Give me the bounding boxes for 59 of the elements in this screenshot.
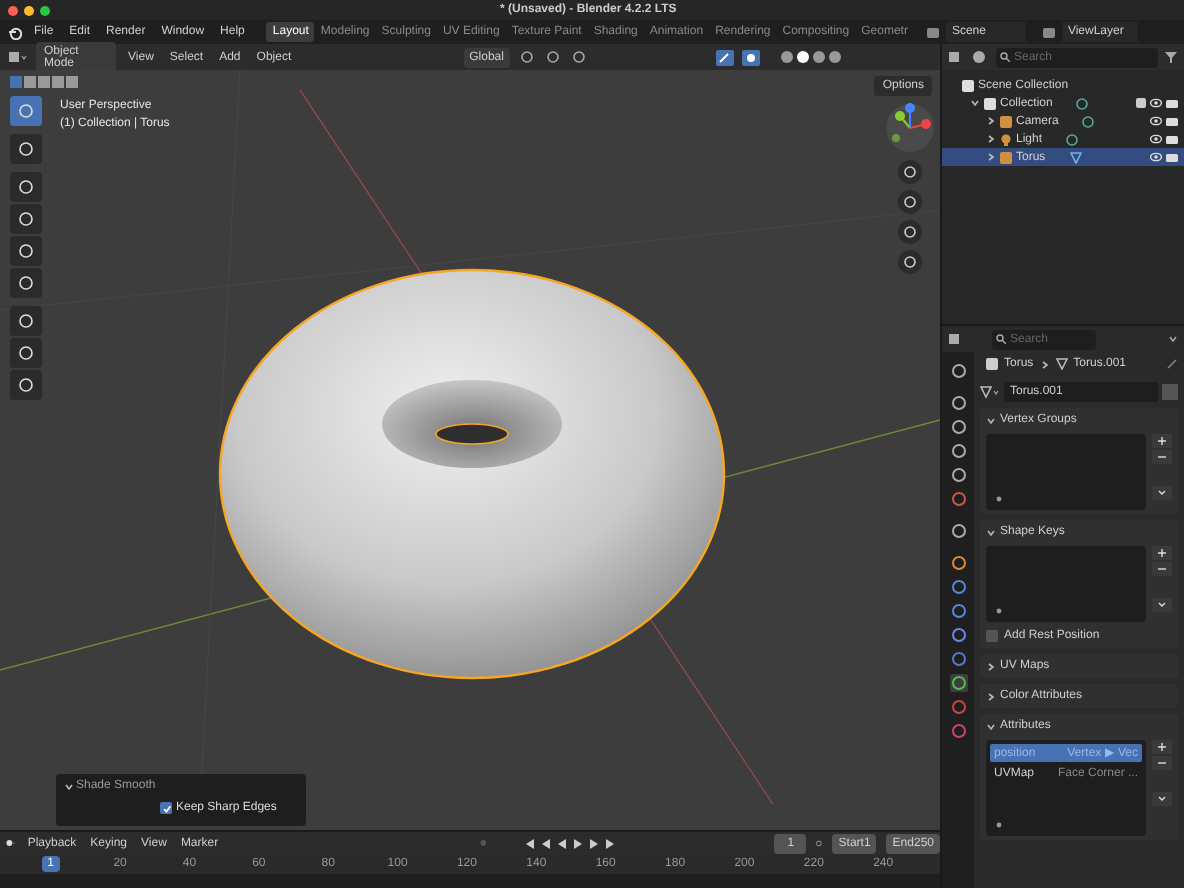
resize-handle-icon[interactable] [996, 822, 1002, 828]
chevron-icon[interactable] [986, 415, 996, 425]
mesh-icon [1055, 358, 1068, 370]
add-icon[interactable] [1152, 434, 1172, 448]
resize-handle-icon[interactable] [996, 608, 1002, 614]
breadcrumb-chevron-icon [1039, 359, 1050, 369]
search-icon [1000, 52, 1010, 62]
chevron-icon[interactable] [986, 134, 996, 144]
cursor-icon[interactable] [10, 134, 42, 164]
light-icon [1000, 133, 1012, 145]
chevron-icon[interactable] [986, 527, 996, 537]
search-icon [996, 334, 1006, 344]
material-shading-icon[interactable] [811, 50, 826, 64]
play-reverse-icon[interactable] [556, 837, 569, 849]
gizmo-toggle-icon[interactable] [715, 49, 734, 65]
torus-drawing[interactable] [218, 268, 726, 680]
remove-icon[interactable] [1152, 756, 1172, 770]
add-icon[interactable] [1152, 546, 1172, 560]
filter-icon[interactable] [1164, 50, 1178, 64]
wireframe-shading-icon[interactable] [779, 50, 794, 64]
minimize-icon[interactable] [24, 5, 34, 15]
axis-gizmo-icon[interactable] [884, 102, 936, 154]
chevron-icon[interactable] [970, 98, 980, 108]
chevron-icon[interactable] [986, 152, 996, 162]
clock-editor-icon[interactable] [6, 836, 16, 850]
exclude-checkbox-icon[interactable] [1136, 98, 1146, 108]
chevron-icon[interactable] [986, 721, 996, 731]
blender-logo-icon[interactable] [8, 25, 22, 39]
chevron-icon[interactable] [986, 691, 996, 701]
menu-chevron-icon[interactable] [1152, 486, 1172, 500]
maximize-icon[interactable] [40, 5, 50, 15]
checkbox[interactable] [986, 630, 998, 642]
chevron-icon[interactable] [986, 661, 996, 671]
add-icon[interactable] [1152, 740, 1172, 754]
editor-type-icon[interactable] [8, 50, 28, 64]
eye-icon[interactable] [1150, 116, 1162, 126]
chevron-icon[interactable] [64, 781, 74, 791]
eye-icon[interactable] [1150, 152, 1162, 162]
mesh-browse-icon[interactable] [980, 385, 1000, 399]
dropdown-icon[interactable] [1168, 334, 1178, 344]
remove-icon[interactable] [1152, 562, 1172, 576]
mesh-icon [1000, 151, 1012, 163]
checkbox[interactable] [160, 802, 172, 814]
menu-chevron-icon[interactable] [1152, 598, 1172, 612]
remove-icon[interactable] [1152, 450, 1172, 464]
rendered-shading-icon[interactable] [827, 50, 842, 64]
overlay-toggle-icon[interactable] [741, 49, 760, 65]
pin-icon[interactable] [1166, 358, 1178, 370]
stopwatch-icon[interactable] [816, 836, 823, 850]
menu-chevron-icon[interactable] [1152, 792, 1172, 806]
check-icon [161, 803, 171, 813]
resize-handle-icon[interactable] [996, 496, 1002, 502]
eye-icon[interactable] [1150, 98, 1162, 108]
select-box-icon[interactable] [10, 96, 42, 126]
eye-icon[interactable] [1150, 134, 1162, 144]
chevron-icon[interactable] [986, 116, 996, 126]
play-icon[interactable] [572, 837, 585, 849]
solid-shading-icon[interactable] [795, 50, 810, 64]
close-icon[interactable] [8, 5, 18, 15]
